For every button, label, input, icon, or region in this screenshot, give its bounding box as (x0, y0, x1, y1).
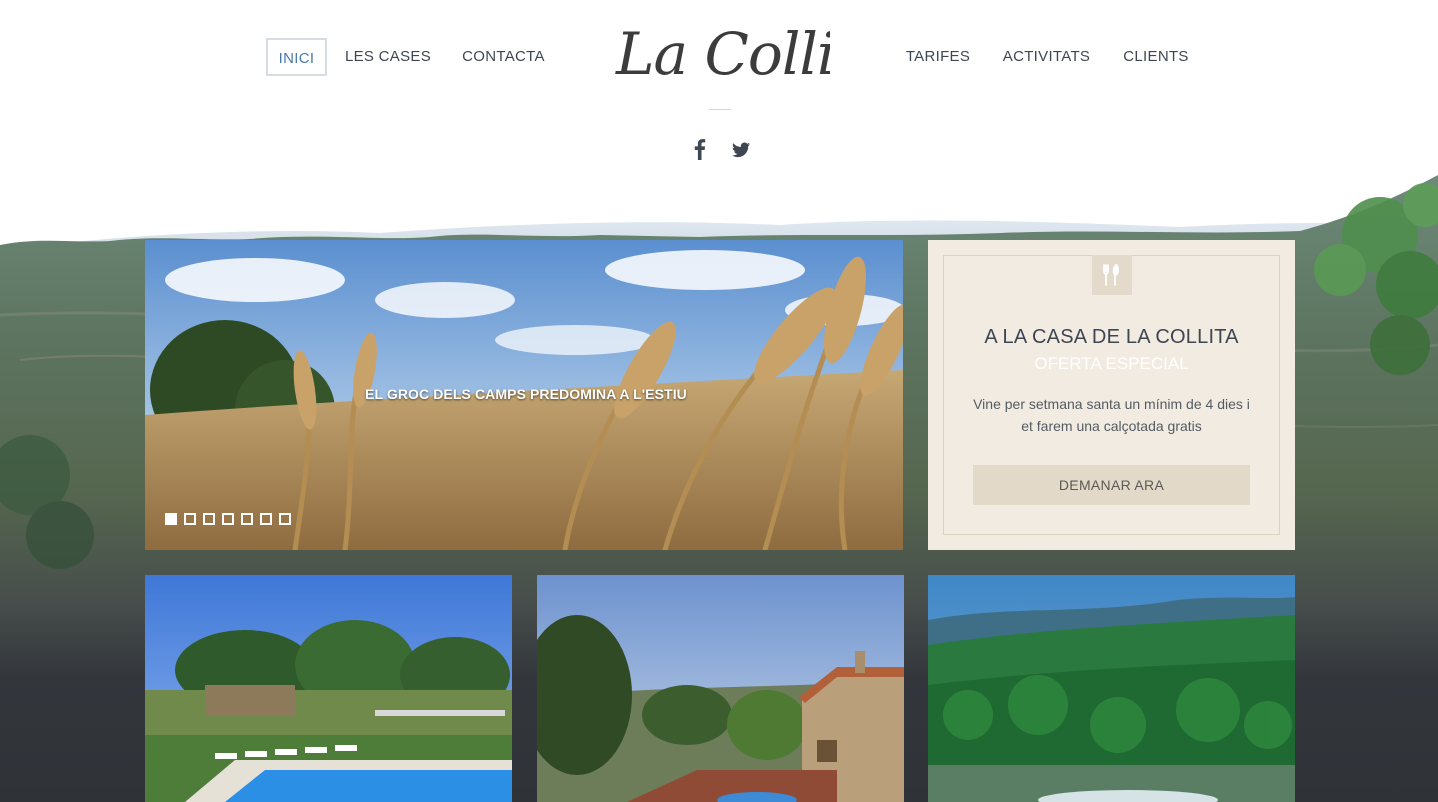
nav-item-inici[interactable]: INICI (266, 38, 327, 76)
twitter-icon[interactable] (729, 136, 753, 162)
gallery-tile-pool[interactable] (145, 575, 512, 802)
offer-description-line-1: Vine per setmana santa un mínim de 4 die… (973, 396, 1250, 412)
offer-description-line-2: et farem una calçotada gratis (1021, 418, 1202, 434)
nav-item-clients[interactable]: CLIENTS (1116, 38, 1196, 76)
hero-caption-text: EL GROC DELS CAMPS PREDOMINA A L'ESTIU (365, 386, 687, 402)
nav-item-activitats[interactable]: ACTIVITATS (994, 38, 1099, 76)
gallery-tile-forest[interactable] (928, 575, 1295, 802)
request-now-button[interactable]: DEMANAR ARA (973, 465, 1250, 505)
pool-photo (145, 575, 512, 802)
offer-description: Vine per setmana santa un mínim de 4 die… (960, 393, 1263, 437)
nav-item-contacta[interactable]: CONTACTA (451, 38, 556, 76)
cutlery-icon (1092, 255, 1132, 295)
slider-dot-5[interactable] (241, 513, 253, 525)
slider-dot-6[interactable] (260, 513, 272, 525)
slider-dot-3[interactable] (203, 513, 215, 525)
nav-item-tarifes[interactable]: TARIFES (898, 38, 978, 76)
slider-pagination (165, 513, 291, 525)
gallery-tile-house[interactable] (537, 575, 904, 802)
forest-photo (928, 575, 1295, 802)
offer-title: A LA CASA DE LA COLLITA (984, 326, 1239, 348)
logo-divider (709, 109, 731, 110)
facebook-icon[interactable] (688, 136, 712, 162)
site-logo[interactable]: La Collita (610, 6, 891, 96)
slider-dot-4[interactable] (222, 513, 234, 525)
nav-item-les-cases[interactable]: LES CASES (340, 38, 436, 76)
offer-subtitle: OFERTA ESPECIAL (1034, 354, 1189, 373)
house-photo (537, 575, 904, 802)
slider-dot-1[interactable] (165, 513, 177, 525)
slider-dot-2[interactable] (184, 513, 196, 525)
slider-dot-7[interactable] (279, 513, 291, 525)
logo-text: La Collita (615, 20, 830, 88)
